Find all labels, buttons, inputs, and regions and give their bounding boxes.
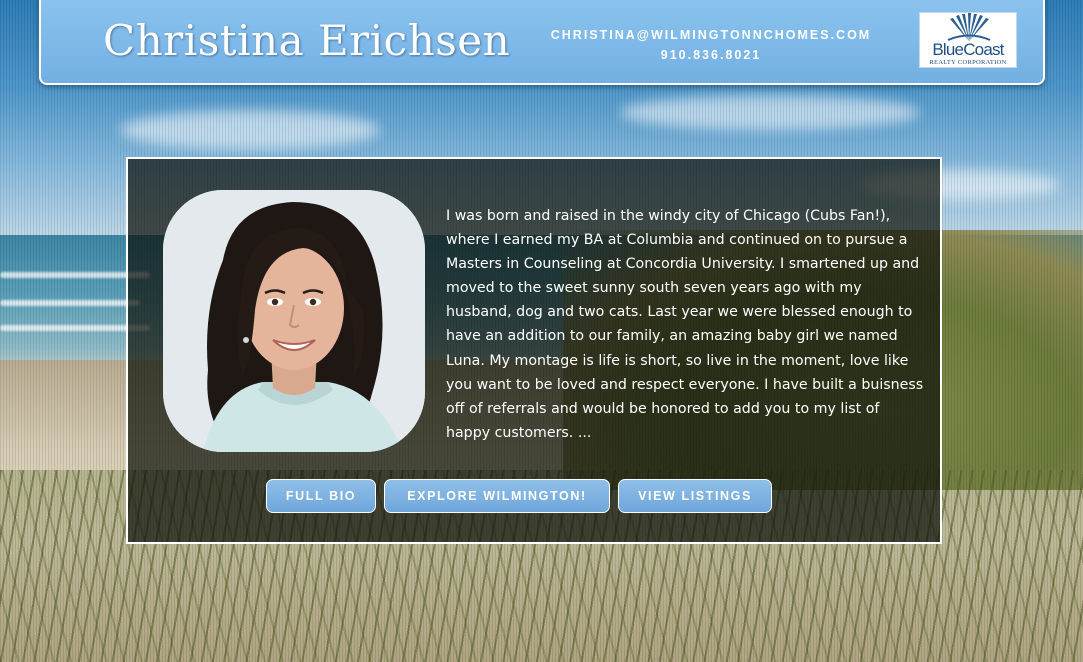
contact-info: CHRISTINA@WILMINGTONNCHOMES.COM 910.836.…: [541, 25, 881, 65]
bluecoast-logo[interactable]: BlueCoast REALTY CORPORATION: [919, 12, 1017, 68]
agent-portrait-image: [163, 190, 425, 452]
action-buttons: FULL BIO EXPLORE WILMINGTON! VIEW LISTIN…: [266, 479, 772, 513]
agent-name-title: Christina Erichsen: [103, 16, 511, 65]
bio-panel: I was born and raised in the windy city …: [126, 157, 942, 544]
view-listings-button[interactable]: VIEW LISTINGS: [618, 479, 772, 513]
logo-wordmark: BlueCoast: [932, 40, 1004, 59]
email-link[interactable]: CHRISTINA@WILMINGTONNCHOMES.COM: [551, 28, 871, 42]
full-bio-button[interactable]: FULL BIO: [266, 479, 376, 513]
logo-subtitle: REALTY CORPORATION: [929, 59, 1007, 66]
fan-logo-icon: [947, 13, 991, 41]
site-header: Christina Erichsen CHRISTINA@WILMINGTONN…: [39, 0, 1045, 85]
bio-text: I was born and raised in the windy city …: [446, 208, 924, 441]
agent-photo: [163, 190, 425, 452]
explore-wilmington-button[interactable]: EXPLORE WILMINGTON!: [384, 479, 610, 513]
phone-number: 910.836.8021: [660, 48, 762, 62]
